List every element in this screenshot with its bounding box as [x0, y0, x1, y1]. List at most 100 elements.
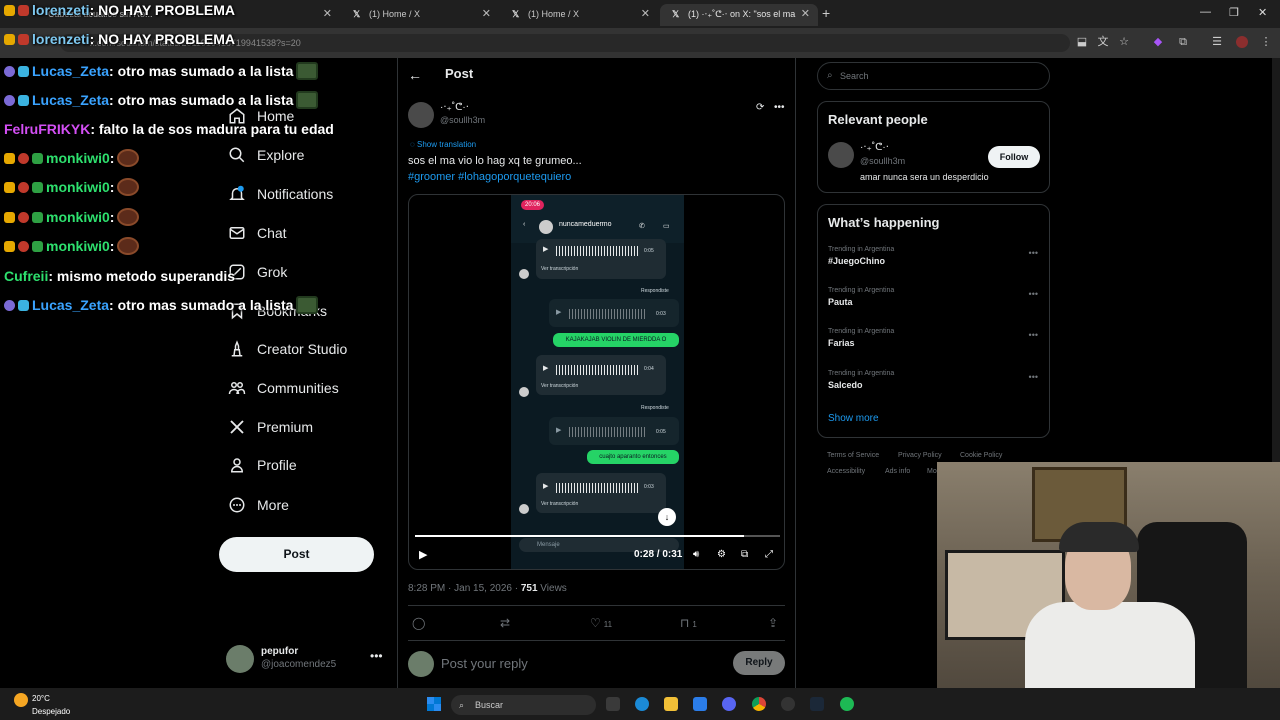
video-progress[interactable]: [415, 535, 780, 537]
taskbar-search[interactable]: ⌕ Buscar: [451, 695, 596, 715]
translate-icon[interactable]: 文: [1097, 36, 1109, 48]
follow-button[interactable]: Follow: [988, 146, 1040, 168]
share-icon[interactable]: ⇪: [768, 616, 778, 630]
store-icon[interactable]: [693, 697, 707, 711]
more-dots-icon[interactable]: •••: [1029, 372, 1038, 382]
person-name[interactable]: ·‧₊˚ᕦ·‧: [860, 142, 889, 153]
more-dots-icon[interactable]: •••: [774, 102, 785, 113]
nav-premium[interactable]: Premium: [226, 412, 313, 442]
footer-link[interactable]: Accessibility: [827, 468, 865, 475]
trend-item[interactable]: Trending in Argentina Pauta •••: [828, 287, 1038, 307]
footer-link[interactable]: Privacy Policy: [898, 452, 942, 459]
nav-grok[interactable]: Grok: [226, 257, 287, 287]
nav-notifications[interactable]: Notifications: [226, 179, 333, 209]
more-icon: [226, 494, 248, 516]
picture-in-picture-icon[interactable]: ⧉: [741, 549, 748, 560]
waveform: [569, 427, 647, 437]
install-icon[interactable]: ⬓: [1076, 36, 1088, 48]
spotify-icon[interactable]: [840, 697, 854, 711]
chat-message: Lucas_Zeta: otro mas sumado a la lista: [4, 91, 319, 109]
close-tab-icon[interactable]: ✕: [801, 4, 810, 24]
footer-link[interactable]: Terms of Service: [827, 452, 879, 459]
like-button[interactable]: ♡ 11: [590, 616, 612, 630]
discord-icon[interactable]: [722, 697, 736, 711]
browser-tab[interactable]: 𝕏 (1) Home / X ✕: [500, 4, 658, 26]
show-more-link[interactable]: Show more: [828, 413, 879, 424]
nav-label: Premium: [257, 419, 314, 435]
file-explorer-icon[interactable]: [664, 697, 678, 711]
minimize-icon[interactable]: —: [1200, 6, 1211, 18]
footer-link[interactable]: Cookie Policy: [960, 452, 1002, 459]
task-view-icon[interactable]: [606, 697, 620, 711]
edge-icon[interactable]: [635, 697, 649, 711]
close-tab-icon[interactable]: ✕: [482, 4, 491, 24]
nav-profile[interactable]: Profile: [226, 450, 297, 480]
volume-icon[interactable]: 🔊︎: [693, 549, 699, 560]
trend-item[interactable]: Trending in Argentina Salcedo •••: [828, 370, 1038, 390]
more-dots-icon[interactable]: •••: [1029, 248, 1038, 258]
nav-chat[interactable]: Chat: [226, 218, 287, 248]
trend-item[interactable]: Trending in Argentina Farias •••: [828, 328, 1038, 348]
reply-icon[interactable]: ◯: [412, 616, 425, 630]
chrome-icon[interactable]: [752, 697, 766, 711]
extension-icon[interactable]: ◆: [1152, 36, 1164, 48]
show-translation-link[interactable]: ◌ Show translation: [410, 140, 476, 149]
weather-icon: [14, 693, 28, 707]
reply-input[interactable]: Post your reply: [441, 656, 528, 671]
author-name[interactable]: ·‧₊˚ᕦ·‧: [440, 102, 469, 113]
profile-avatar-icon[interactable]: [1236, 36, 1248, 48]
close-tab-icon[interactable]: ✕: [323, 4, 332, 24]
new-tab-icon[interactable]: +: [822, 5, 830, 21]
nav-creator-studio[interactable]: Creator Studio: [226, 334, 347, 364]
temperature: 20°C: [32, 694, 50, 703]
star-icon[interactable]: ☆: [1118, 36, 1130, 48]
fullscreen-icon[interactable]: ⤢: [765, 549, 773, 560]
chat-user: monkiwi0: [46, 179, 110, 195]
person-handle[interactable]: @soullh3m: [860, 156, 905, 166]
post-button[interactable]: Post: [219, 537, 374, 572]
voice-duration: 0:03: [656, 311, 666, 317]
badge-icon: [32, 212, 43, 223]
browser-tab-active[interactable]: 𝕏 (1) ·‧₊˚ᕦ·‧ on X: "sos el ma ✕: [660, 4, 818, 26]
repost-icon[interactable]: ⇄: [500, 616, 510, 630]
windows-start-icon[interactable]: [427, 697, 441, 711]
author-handle[interactable]: @soullh3m: [440, 115, 485, 125]
play-icon[interactable]: ▶: [419, 548, 427, 561]
more-dots-icon[interactable]: •••: [1029, 330, 1038, 340]
post-hashtags[interactable]: #groomer #lohagoporquetequiero: [408, 171, 571, 183]
steam-icon[interactable]: [810, 697, 824, 711]
video-player[interactable]: 20:06 ‹ nuncameduermo ✆ ▭ ▶ 0:05 Ver tra…: [408, 194, 785, 570]
trend-item[interactable]: Trending in Argentina #JuegoChino •••: [828, 246, 1038, 266]
weather-widget[interactable]: 20°C Despejado: [14, 693, 70, 716]
nav-label: Profile: [257, 457, 297, 473]
account-switcher[interactable]: pepufor @joacomendez5 •••: [226, 645, 386, 677]
trend-topic: Pauta: [828, 297, 853, 307]
author-avatar[interactable]: [408, 102, 434, 128]
chat-message: monkiwi0:: [4, 178, 140, 196]
footer-link[interactable]: Ads info: [885, 468, 910, 475]
nav-communities[interactable]: Communities: [226, 373, 339, 403]
search-label: Buscar: [475, 700, 504, 710]
browser-tab[interactable]: 𝕏 (1) Home / X ✕: [341, 4, 499, 26]
more-dots-icon[interactable]: •••: [370, 649, 383, 663]
extensions-puzzle-icon[interactable]: ⧉: [1177, 36, 1189, 48]
tab-search-icon[interactable]: ☰: [1211, 36, 1223, 48]
reply-button[interactable]: Reply: [733, 651, 785, 675]
avatar[interactable]: [828, 142, 854, 168]
post-timestamp: 8:28 PM · Jan 15, 2026 ·: [408, 583, 521, 594]
menu-dots-icon[interactable]: ⋮: [1260, 36, 1272, 48]
post-text: sos el ma vio lo hag xq te grumeo...: [408, 155, 582, 167]
search-input[interactable]: ⌕ Search: [817, 62, 1050, 90]
bookmark-button[interactable]: ⊓ 1: [680, 616, 697, 630]
chat-message: monkiwi0:: [4, 149, 140, 167]
back-arrow-icon[interactable]: ←: [408, 67, 422, 83]
settings-icon[interactable]: ⚙: [717, 549, 726, 560]
nav-explore[interactable]: Explore: [226, 140, 304, 170]
maximize-icon[interactable]: ❐: [1229, 6, 1239, 19]
nav-more[interactable]: More: [226, 490, 289, 520]
close-window-icon[interactable]: ✕: [1258, 6, 1267, 19]
close-tab-icon[interactable]: ✕: [641, 4, 650, 24]
grok-explain-icon[interactable]: ⟳: [756, 102, 764, 113]
obs-icon[interactable]: [781, 697, 795, 711]
more-dots-icon[interactable]: •••: [1029, 289, 1038, 299]
